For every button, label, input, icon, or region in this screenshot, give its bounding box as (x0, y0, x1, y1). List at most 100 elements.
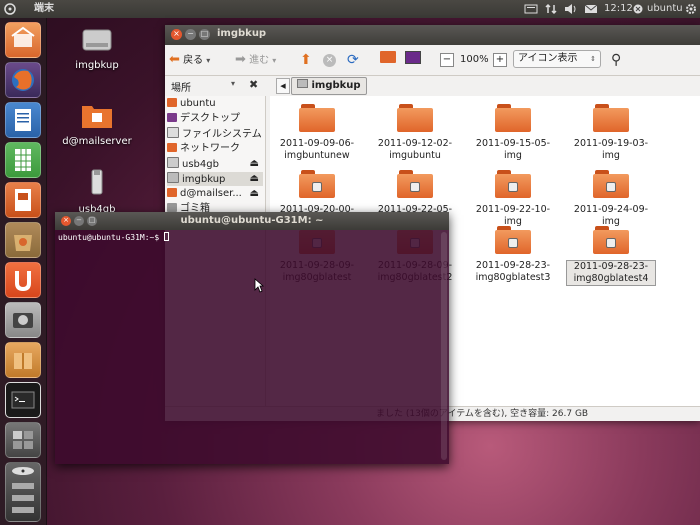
home-button[interactable] (380, 51, 396, 69)
file-item[interactable]: 2011-09-15-05-img (468, 104, 558, 162)
screenshot-launcher[interactable] (5, 302, 41, 338)
file-item[interactable]: 2011-09-19-03-img (566, 104, 656, 162)
chevron-down-icon[interactable]: ▾ (231, 79, 235, 88)
desktop-icon-usb4gb[interactable]: usb4gb (52, 168, 142, 215)
terminal-launcher[interactable] (5, 382, 41, 418)
terminal-body[interactable]: ubuntu@ubuntu-G31M:~$ (55, 230, 439, 464)
sidebar-item-label: imgbkup (182, 174, 226, 185)
search-button[interactable]: ⚲ (611, 51, 621, 69)
forward-button[interactable]: ➡ 進む ▾ (235, 51, 276, 69)
file-item[interactable]: 2011-09-09-06-imgbuntunew (272, 104, 362, 162)
session-gear-icon[interactable] (685, 0, 697, 18)
writer-launcher[interactable] (5, 102, 41, 138)
file-item-label: 2011-09-12-02-imgubuntu (377, 138, 453, 161)
drive-icon (297, 79, 308, 88)
file-item[interactable]: 2011-09-28-23-img80gblatest3 (468, 226, 558, 284)
usb-drive-icon (91, 169, 103, 195)
active-app-name: 端末 (34, 3, 54, 14)
usb-drive-icon (167, 157, 179, 168)
user-menu[interactable]: ubuntu (647, 0, 683, 18)
up-button[interactable]: ⬆ (300, 51, 312, 69)
file-item-label: 2011-09-24-09-img (573, 204, 649, 227)
desktop-icon-imgbkup[interactable]: imgbkup (52, 24, 142, 71)
workspaces-launcher[interactable] (5, 422, 41, 458)
desktop-icon-mailserver[interactable]: d@mailserver (52, 100, 142, 147)
close-sidebar-icon[interactable]: ✖ (249, 78, 258, 91)
drive-icon (167, 172, 179, 183)
sidebar-item-imgbkup[interactable]: imgbkup ⏏ (167, 172, 263, 186)
file-item[interactable]: 2011-09-28-23-img80gblatest4 (566, 226, 656, 286)
firefox-launcher[interactable] (5, 62, 41, 98)
back-button[interactable]: ⬅ 戻る ▾ (169, 51, 210, 69)
sidebar-item-filesystem[interactable]: ファイルシステム (167, 127, 263, 141)
chevron-down-icon: ▾ (272, 56, 277, 65)
file-item[interactable]: 2011-09-24-09-img (566, 170, 656, 228)
stop-button[interactable]: × (323, 51, 336, 69)
desktop-icon-label: imgbkup (75, 60, 119, 71)
file-manager-titlebar[interactable]: × − □ imgbkup (165, 25, 700, 45)
computer-button[interactable] (405, 51, 421, 69)
eject-icon[interactable]: ⏏ (250, 172, 259, 186)
locked-folder-icon (593, 226, 629, 254)
file-manager-toolbar: ⬅ 戻る ▾ ➡ 進む ▾ ⬆ × ⟳ − 100% + アイコン表示 ⇕ ⚲ (165, 45, 700, 76)
zoom-level: 100% (460, 54, 489, 65)
path-left-arrow[interactable]: ◀ (276, 78, 290, 94)
volume-icon[interactable] (564, 0, 578, 18)
home-folder-icon (380, 51, 396, 63)
maximize-button[interactable]: □ (199, 29, 210, 40)
file-item[interactable]: 2011-09-12-02-imgubuntu (370, 104, 460, 162)
file-item-label: 2011-09-09-06-imgbuntunew (279, 138, 355, 161)
sidebar-item-label: d@mailser... (180, 188, 242, 199)
folder-icon (397, 104, 433, 132)
power-icon[interactable] (633, 0, 643, 18)
terminal-titlebar[interactable]: × − □ ubuntu@ubuntu-G31M: ~ (55, 212, 449, 230)
launcher (0, 18, 47, 525)
minimize-button[interactable]: − (185, 29, 196, 40)
path-button-label: imgbkup (311, 80, 361, 91)
file-item[interactable]: 2011-09-22-10-img (468, 170, 558, 228)
locked-folder-icon (397, 170, 433, 198)
sidebar-header[interactable]: 場所 (171, 79, 191, 94)
mail-icon[interactable] (584, 0, 598, 18)
sidebar-item-label: ubuntu (180, 98, 216, 109)
sidebar-item-label: ネットワーク (180, 143, 240, 154)
sidebar-item-desktop[interactable]: デスクトップ (167, 112, 263, 126)
close-button[interactable]: × (171, 29, 182, 40)
terminal-title: ubuntu@ubuntu-G31M: ~ (180, 215, 324, 226)
view-mode-select[interactable]: アイコン表示 ⇕ (513, 50, 601, 68)
path-button-imgbkup[interactable]: imgbkup (291, 77, 367, 95)
eject-icon[interactable]: ⏏ (250, 157, 259, 171)
folder-icon (593, 104, 629, 132)
reload-button[interactable]: ⟳ (347, 51, 359, 69)
eject-icon[interactable]: ⏏ (250, 187, 259, 201)
terminal-cursor (163, 232, 169, 241)
impress-launcher[interactable] (5, 182, 41, 218)
terminal-window[interactable]: × − □ ubuntu@ubuntu-G31M: ~ ubuntu@ubunt… (55, 212, 449, 464)
ubuntu-logo-icon[interactable] (4, 0, 16, 18)
zoom-out-button[interactable]: − (440, 51, 454, 69)
home-folder-launcher[interactable] (5, 22, 41, 58)
drives-stack-launcher[interactable] (5, 462, 41, 522)
sidebar-item-ubuntu[interactable]: ubuntu (167, 97, 263, 111)
sidebar-item-usb4gb[interactable]: usb4gb ⏏ (167, 157, 263, 171)
locked-folder-icon (495, 170, 531, 198)
zoom-in-button[interactable]: + (493, 51, 507, 69)
reload-icon: ⟳ (347, 52, 359, 68)
sidebar-item-network[interactable]: ネットワーク (167, 142, 263, 156)
calc-launcher[interactable] (5, 142, 41, 178)
folder-icon (299, 104, 335, 132)
home-folder-icon (167, 98, 177, 107)
desktop-icon (167, 113, 177, 122)
network-folder-icon (82, 106, 112, 128)
clock[interactable]: 12:12 (604, 0, 633, 18)
software-center-launcher[interactable] (5, 222, 41, 258)
search-icon: ⚲ (611, 52, 622, 68)
keyboard-indicator-icon[interactable] (524, 0, 538, 18)
package-launcher[interactable] (5, 342, 41, 378)
network-icon[interactable] (545, 0, 557, 18)
terminal-scrollbar[interactable] (441, 232, 447, 460)
sidebar-item-mailserver[interactable]: d@mailser... ⏏ (167, 187, 263, 201)
ubuntu-one-launcher[interactable] (5, 262, 41, 298)
location-bar: 場所 ▾ ✖ ◀ imgbkup (165, 76, 700, 96)
locked-folder-icon (593, 170, 629, 198)
